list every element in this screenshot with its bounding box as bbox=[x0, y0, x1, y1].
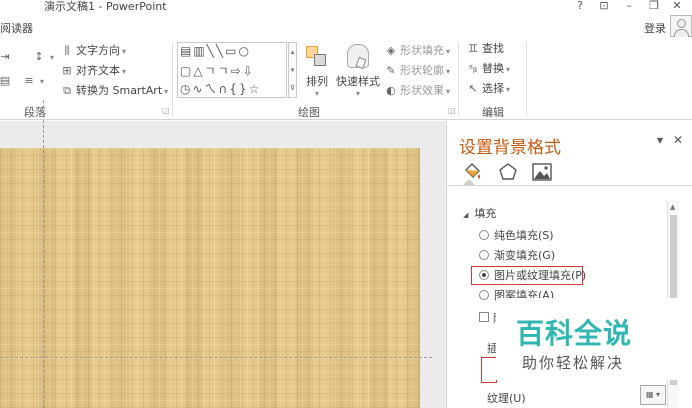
ribbon-tabs: 阅读器 登录 bbox=[0, 16, 692, 38]
option-label: 渐变填充(G) bbox=[494, 249, 556, 262]
align-text-label: 对齐文本 bbox=[76, 64, 120, 77]
find-button[interactable]: ♊ 查找 bbox=[466, 42, 504, 56]
quick-styles-icon bbox=[345, 44, 371, 70]
watermark: 百科全说 助你轻松解决 bbox=[496, 298, 692, 380]
minimize-button[interactable]: – bbox=[622, 0, 636, 12]
shape-effects-label: 形状效果 bbox=[400, 84, 444, 97]
convert-smartart-label: 转换为 SmartArt bbox=[76, 84, 163, 97]
sign-in-link[interactable]: 登录 bbox=[644, 20, 666, 36]
convert-smartart-button[interactable]: ⧉ 转换为 SmartArt ▾ bbox=[60, 84, 168, 99]
shapes-gallery[interactable]: ▤▥╲╲▭○ ▢△ㄱㄱ⇨⇩ ◷∿ㄟ∩{}☆ bbox=[177, 42, 287, 98]
find-label: 查找 bbox=[482, 42, 504, 55]
select-button[interactable]: ↖ 选择 ▾ bbox=[466, 82, 510, 97]
group-separator bbox=[172, 42, 173, 116]
replace-label: 替换 bbox=[482, 62, 504, 75]
increase-indent-button[interactable]: ⇥ bbox=[0, 50, 14, 64]
text-direction-button[interactable]: ⫼ 文字方向 ▾ bbox=[60, 44, 126, 59]
option-label: 纯色填充(S) bbox=[494, 229, 554, 242]
select-label: 选择 bbox=[482, 82, 504, 95]
collapse-triangle-icon: ◢ bbox=[463, 211, 469, 219]
line-spacing-icon: ↕ bbox=[34, 50, 44, 63]
tab-reader[interactable]: 阅读器 bbox=[0, 20, 33, 36]
radio-button[interactable] bbox=[479, 230, 489, 240]
scroll-up-icon[interactable]: ▲ bbox=[670, 203, 675, 211]
solid-fill-option[interactable]: 纯色填充(S) bbox=[479, 229, 554, 243]
user-body-shape bbox=[674, 29, 689, 37]
group-label-drawing: 绘图 bbox=[298, 106, 320, 119]
texture-label: 纹理(U) bbox=[487, 392, 526, 405]
insert-file-button[interactable] bbox=[481, 357, 497, 383]
text-direction-label: 文字方向 bbox=[76, 44, 120, 57]
picture-tab[interactable] bbox=[531, 161, 553, 183]
paint-bucket-icon: ◈ bbox=[386, 44, 396, 57]
shapes-gallery-scroll[interactable]: ▴ ▾ ⊽ bbox=[288, 42, 297, 98]
line-spacing-button[interactable]: ↕ ▾ bbox=[32, 50, 54, 65]
shape-outline-button[interactable]: ✎ 形状轮廓 ▾ bbox=[384, 64, 450, 79]
title-bar: 演示文稿1 - PowerPoint ? ⊡ – ❐ ✕ bbox=[0, 0, 692, 16]
arrange-icon bbox=[304, 44, 330, 70]
pencil-icon: ✎ bbox=[386, 64, 396, 77]
quick-styles-button[interactable]: 快速样式 ▾ bbox=[336, 44, 380, 98]
gradient-fill-option[interactable]: 渐变填充(G) bbox=[479, 249, 555, 263]
shape-outline-label: 形状轮廓 bbox=[400, 64, 444, 77]
shapes-row-3: ◷∿ㄟ∩{}☆ bbox=[180, 82, 262, 96]
binoculars-icon: ♊ bbox=[468, 42, 478, 55]
columns-button[interactable]: ▤ bbox=[0, 74, 14, 88]
watermark-subtitle: 助你轻松解决 bbox=[522, 354, 625, 372]
pane-options-dropdown[interactable]: ▾ bbox=[657, 133, 663, 147]
smartart-icon: ⧉ bbox=[63, 84, 71, 97]
align-button[interactable]: ≡ ▾ bbox=[22, 74, 44, 89]
ribbon: ⇥ ▤ ↕ ▾ ≡ ▾ ⫼ 文字方向 ▾ ⊞ 对齐文本 ▾ ⧉ 转换为 SmartArt ▾ 段… bbox=[0, 38, 692, 120]
drawing-launcher-icon[interactable]: ◲ bbox=[448, 106, 456, 115]
horizontal-guide-line[interactable] bbox=[0, 357, 432, 358]
paragraph-launcher-icon[interactable]: ◲ bbox=[162, 106, 170, 115]
text-direction-icon: ⫼ bbox=[64, 44, 70, 57]
shape-effects-button[interactable]: ◐ 形状效果 ▾ bbox=[384, 84, 450, 99]
group-separator bbox=[458, 42, 459, 116]
align-text-button[interactable]: ⊞ 对齐文本 ▾ bbox=[60, 64, 126, 79]
slide-workspace[interactable] bbox=[0, 121, 446, 408]
fill-section-header[interactable]: ◢ 填充 bbox=[463, 205, 496, 221]
columns-icon: ▤ bbox=[0, 74, 11, 87]
align-text-icon: ⊞ bbox=[62, 64, 72, 77]
effects-icon: ◐ bbox=[386, 84, 396, 97]
window-title: 演示文稿1 - PowerPoint bbox=[44, 0, 167, 13]
shape-fill-button[interactable]: ◈ 形状填充 ▾ bbox=[384, 44, 450, 59]
user-head-shape bbox=[677, 19, 686, 28]
avatar[interactable] bbox=[670, 15, 692, 37]
cursor-icon: ↖ bbox=[468, 82, 478, 95]
replace-icon: ᵃᵦ bbox=[468, 62, 478, 75]
pane-title: 设置背景格式 bbox=[459, 138, 561, 158]
shapes-row-2: ▢△ㄱㄱ⇨⇩ bbox=[180, 64, 255, 78]
hide-background-checkbox[interactable] bbox=[479, 312, 489, 322]
replace-button[interactable]: ᵃᵦ 替换 ▾ bbox=[466, 62, 510, 77]
group-label-editing: 编辑 bbox=[482, 106, 504, 119]
pane-divider bbox=[447, 185, 692, 186]
fill-section-label: 填充 bbox=[474, 207, 497, 220]
slide-canvas[interactable] bbox=[0, 148, 420, 408]
shapes-row-1: ▤▥╲╲▭○ bbox=[180, 44, 251, 58]
pane-close-button[interactable]: ✕ bbox=[673, 133, 683, 147]
watermark-title: 百科全说 bbox=[516, 317, 633, 350]
texture-picker-button[interactable]: ▦ ▾ bbox=[640, 385, 666, 405]
maximize-button[interactable]: ❐ bbox=[647, 0, 661, 12]
indent-icon: ⇥ bbox=[0, 50, 10, 63]
selection-highlight-box bbox=[471, 266, 583, 285]
radio-button[interactable] bbox=[479, 250, 489, 260]
help-button[interactable]: ? bbox=[573, 0, 587, 12]
close-button[interactable]: ✕ bbox=[670, 0, 684, 12]
arrange-button[interactable]: 排列 ▾ bbox=[302, 44, 332, 98]
align-icon: ≡ bbox=[24, 74, 34, 87]
pentagon-icon bbox=[499, 163, 517, 180]
effects-tab[interactable] bbox=[497, 161, 519, 183]
shape-fill-label: 形状填充 bbox=[400, 44, 444, 57]
picture-icon bbox=[532, 163, 552, 181]
group-separator bbox=[526, 42, 527, 116]
vertical-guide-line[interactable] bbox=[43, 100, 44, 408]
arrange-label: 排列 bbox=[306, 75, 328, 88]
radio-button[interactable] bbox=[479, 290, 489, 300]
quick-styles-label: 快速样式 bbox=[336, 75, 380, 88]
ribbon-display-options-button[interactable]: ⊡ bbox=[597, 0, 611, 12]
